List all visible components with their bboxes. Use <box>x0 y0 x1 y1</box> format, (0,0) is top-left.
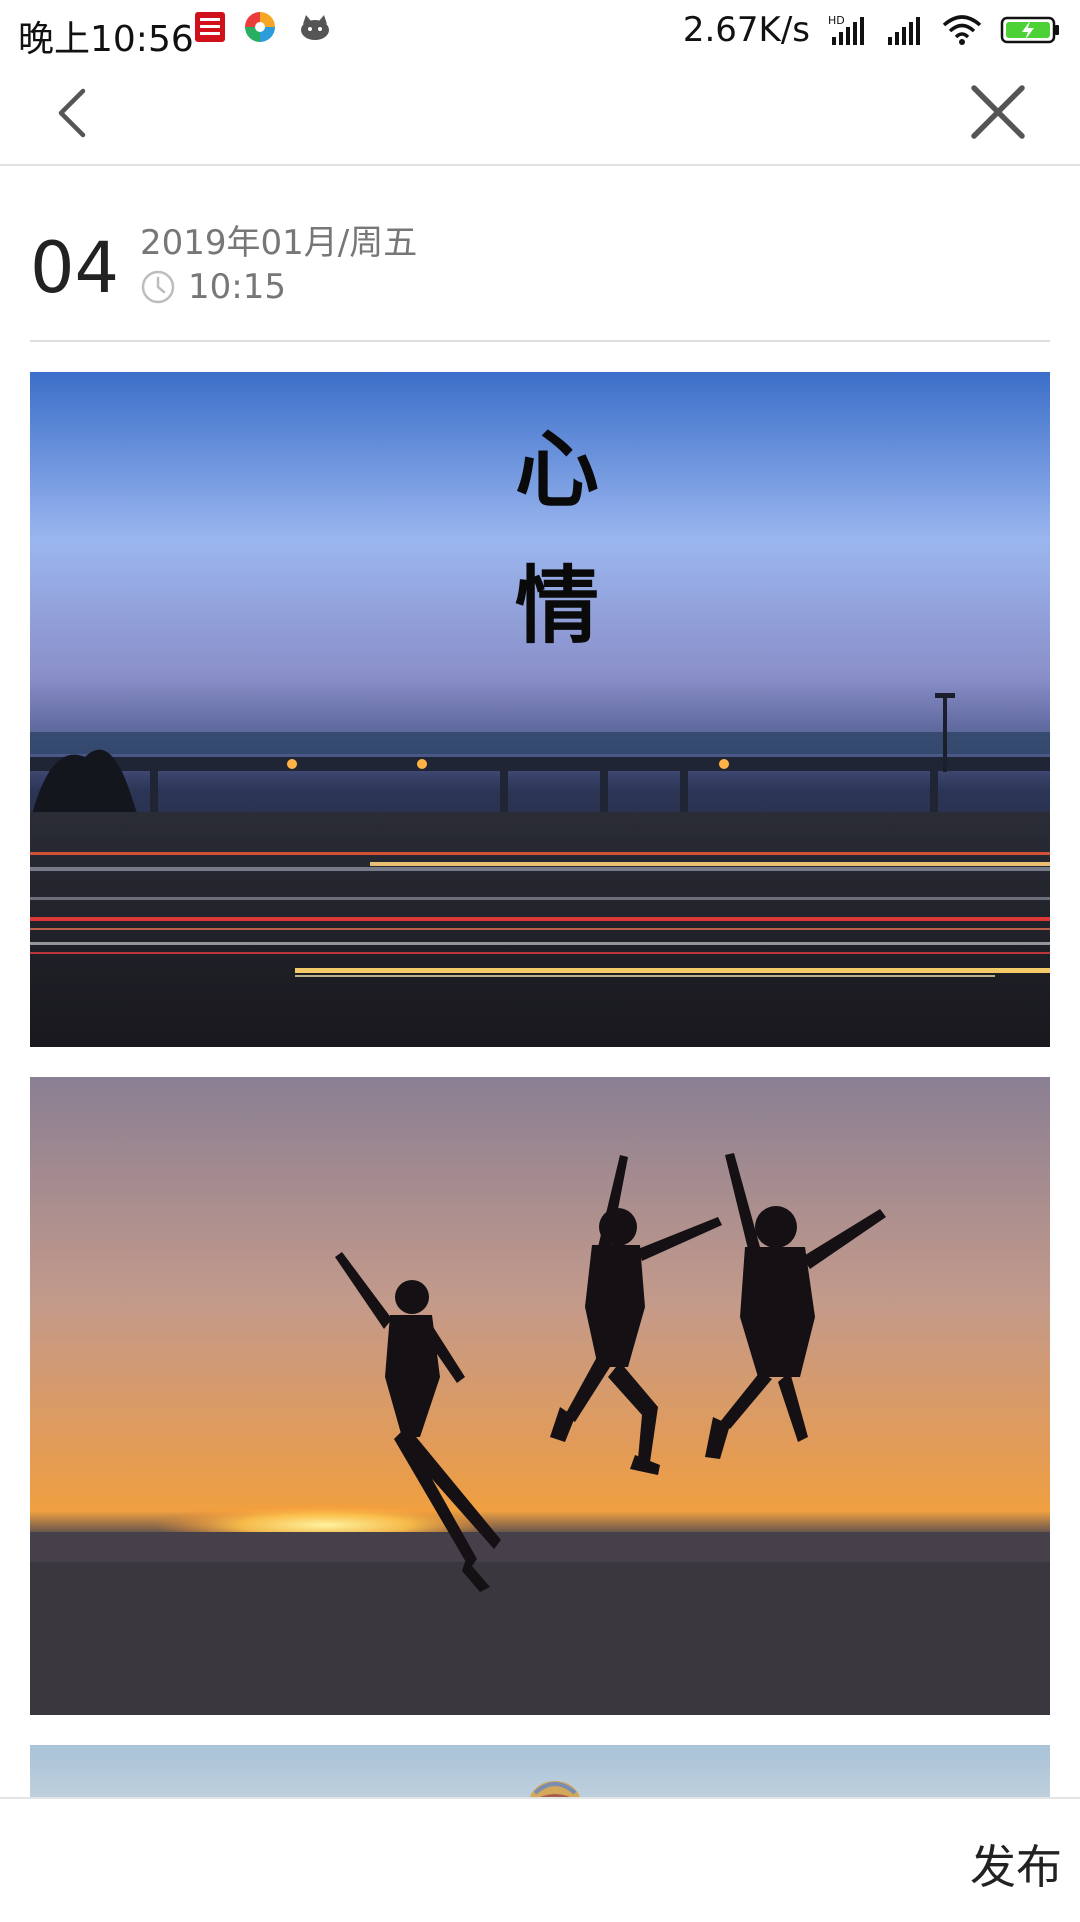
netease-news-app-icon <box>195 12 225 42</box>
date-header: 04 2019年01月/周五 10:15 <box>30 205 1050 342</box>
bottom-bar: 发布 <box>0 1797 1080 1922</box>
status-time: 晚上10:56 <box>18 19 194 60</box>
clock-icon <box>141 270 175 304</box>
net-speed: 2.67K/s <box>682 10 810 50</box>
status-bar: 晚上10:56 2.67K/s HD <box>0 0 1080 60</box>
close-icon <box>971 85 1025 139</box>
back-button[interactable] <box>36 78 106 148</box>
chevron-left-icon <box>58 88 86 138</box>
time-row: 10:15 <box>140 267 286 307</box>
photo-text-overlay: 心 情 <box>515 402 600 674</box>
signal-icon <box>888 17 920 45</box>
cat-app-icon <box>301 15 329 40</box>
day-number: 04 <box>30 227 120 309</box>
battery-charging-icon <box>1000 16 1059 44</box>
overlay-char-1: 心 <box>515 420 600 519</box>
svg-text:HD: HD <box>828 14 845 27</box>
entry-time: 10:15 <box>188 267 286 307</box>
close-button[interactable] <box>956 70 1040 154</box>
wifi-icon <box>942 15 982 45</box>
hd-signal-icon: HD <box>828 14 864 45</box>
entry-date: 2019年01月/周五 <box>140 223 418 263</box>
photo-city-night[interactable]: 心 情 <box>30 372 1050 1047</box>
colorful-app-icon <box>245 12 275 42</box>
publish-button[interactable]: 发布 <box>970 1831 1062 1897</box>
status-right: 2.67K/s HD <box>683 8 1062 52</box>
top-nav <box>0 60 1080 166</box>
photo-sunset-jump[interactable] <box>30 1077 1050 1715</box>
overlay-char-2: 情 <box>515 556 600 655</box>
